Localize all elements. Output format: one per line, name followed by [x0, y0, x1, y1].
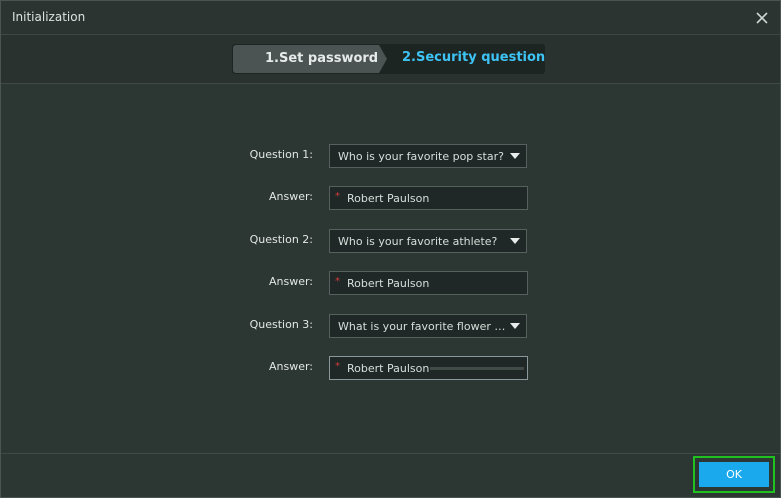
close-button[interactable] — [753, 9, 771, 27]
close-icon — [756, 12, 768, 24]
question-2-value: Who is your favorite athlete? — [338, 235, 498, 248]
answer-2-label: Answer: — [268, 275, 313, 288]
question-3-row: Question 3: What is your favorite flower… — [1, 314, 780, 338]
step-bar: 1.Set password 2.Security question — [1, 35, 780, 84]
question-2-select[interactable]: Who is your favorite athlete? — [329, 229, 527, 253]
answer-2-value: Robert Paulson — [347, 277, 430, 290]
answer-2-input[interactable]: * Robert Paulson — [329, 271, 528, 295]
initialization-dialog: Initialization 1.Set password 2.Security… — [0, 0, 781, 498]
answer-3-row: Answer: * Robert Paulson — [1, 356, 780, 380]
required-mark: * — [335, 276, 340, 287]
ok-button[interactable]: OK — [699, 462, 769, 487]
required-mark: * — [335, 361, 340, 372]
question-1-value: Who is your favorite pop star? — [338, 150, 504, 163]
question-2-label: Question 2: — [249, 233, 313, 246]
question-1-select[interactable]: Who is your favorite pop star? — [329, 144, 527, 168]
chevron-down-icon — [510, 238, 520, 244]
title-bar: Initialization — [1, 1, 780, 35]
required-mark: * — [335, 191, 340, 202]
step-security-question-label: 2.Security question — [402, 50, 546, 65]
answer-3-label: Answer: — [268, 360, 313, 373]
step-set-password-label: 1.Set password — [265, 51, 379, 66]
dialog-footer: OK — [1, 453, 780, 498]
answer-2-row: Answer: * Robert Paulson — [1, 271, 780, 295]
text-cursor-trail — [430, 367, 524, 370]
chevron-down-icon — [510, 153, 520, 159]
answer-1-row: Answer: * Robert Paulson — [1, 186, 780, 210]
window-title: Initialization — [12, 10, 86, 24]
question-1-row: Question 1: Who is your favorite pop sta… — [1, 144, 780, 168]
answer-1-value: Robert Paulson — [347, 192, 430, 205]
answer-1-label: Answer: — [268, 190, 313, 203]
question-3-value: What is your favorite flower in s... — [338, 320, 508, 333]
question-3-select[interactable]: What is your favorite flower in s... — [329, 314, 527, 338]
question-1-label: Question 1: — [249, 148, 313, 161]
question-2-row: Question 2: Who is your favorite athlete… — [1, 229, 780, 253]
question-3-label: Question 3: — [249, 318, 313, 331]
answer-1-input[interactable]: * Robert Paulson — [329, 186, 528, 210]
answer-3-value: Robert Paulson — [347, 362, 430, 375]
step-indicator: 1.Set password 2.Security question — [232, 44, 545, 74]
chevron-down-icon — [510, 323, 520, 329]
answer-3-input[interactable]: * Robert Paulson — [329, 356, 528, 380]
